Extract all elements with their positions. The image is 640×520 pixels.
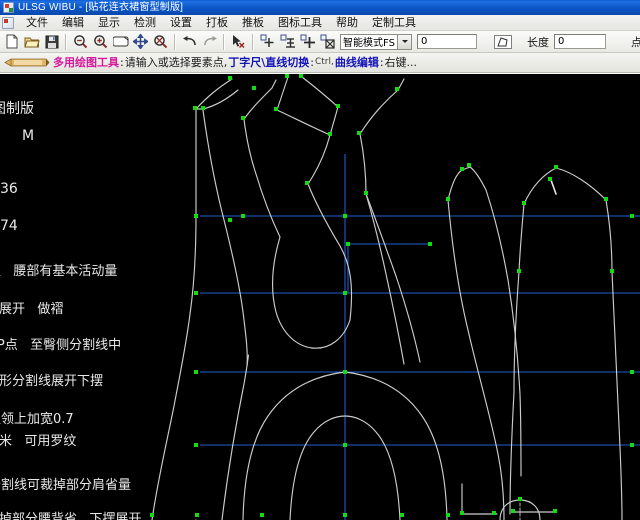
main-toolbar: 智能模式FS 0 长度 0 点数 0 xyxy=(0,31,640,53)
point-delete-icon[interactable] xyxy=(318,32,337,51)
guide-lines xyxy=(200,154,640,520)
toolbar-separator xyxy=(65,33,67,50)
pencil-icon xyxy=(4,58,50,67)
zoom-in-icon[interactable] xyxy=(91,32,110,51)
hint-shortcut-tsquare: 丁字尺\直线切换 xyxy=(228,56,310,69)
app-logo-icon xyxy=(3,2,14,13)
menu-item-help[interactable]: 帮助 xyxy=(329,15,365,30)
control-points xyxy=(150,74,634,517)
value-input[interactable]: 0 xyxy=(417,34,477,49)
pan-move-icon[interactable] xyxy=(131,32,150,51)
menu-item-file[interactable]: 文件 xyxy=(19,15,55,30)
point-plus-icon[interactable] xyxy=(298,32,317,51)
menu-item-grading[interactable]: 推板 xyxy=(235,15,271,30)
menu-item-display[interactable]: 显示 xyxy=(91,15,127,30)
new-document-icon[interactable] xyxy=(2,32,21,51)
window-title: ULSG WIBU - [贴花连衣裙窗型制版] xyxy=(18,2,184,13)
menu-item-icon-tools[interactable]: 图标工具 xyxy=(271,15,329,30)
pattern-outlines xyxy=(151,76,623,520)
toolbar-separator xyxy=(174,33,176,50)
zoom-out-icon[interactable] xyxy=(71,32,90,51)
toolbar-separator xyxy=(252,33,254,50)
mode-select[interactable]: 智能模式FS xyxy=(340,33,412,50)
menu-bar: 文件 编辑 显示 检测 设置 打板 推板 图标工具 帮助 定制工具 xyxy=(0,15,640,31)
mode-select-value: 智能模式FS xyxy=(343,38,395,49)
fit-window-icon[interactable] xyxy=(111,32,130,51)
hint-key-rightclick: 右键... xyxy=(384,56,418,69)
quad-shape-icon[interactable] xyxy=(492,32,514,51)
hint-shortcut-curve-edit: 曲线编辑 xyxy=(334,56,379,69)
hint-prompt: 请输入或选择要素点, xyxy=(124,56,228,69)
hint-tool-name: 多用绘图工具 xyxy=(53,56,119,69)
title-bar: ULSG WIBU - [贴花连衣裙窗型制版] xyxy=(0,0,640,15)
hint-sep-2: : xyxy=(310,56,314,69)
hint-key-ctrl: Ctrl, xyxy=(314,57,334,67)
length-input[interactable]: 0 xyxy=(554,34,606,49)
hint-sep-3: : xyxy=(379,56,384,69)
select-arrow-icon[interactable] xyxy=(229,32,248,51)
hint-bar: 多用绘图工具 : 请输入或选择要素点, 丁字尺\直线切换 : Ctrl, 曲线编… xyxy=(0,53,640,73)
zoom-region-icon[interactable] xyxy=(151,32,170,51)
redo-icon[interactable] xyxy=(200,32,219,51)
point-align-icon[interactable] xyxy=(278,32,297,51)
point-add-icon[interactable] xyxy=(258,32,277,51)
menu-item-pattern[interactable]: 打板 xyxy=(199,15,235,30)
menu-item-check[interactable]: 检测 xyxy=(127,15,163,30)
application-window: ULSG WIBU - [贴花连衣裙窗型制版] 文件 编辑 显示 检测 设置 打… xyxy=(0,0,640,520)
points-label: 点数 xyxy=(631,35,640,49)
length-label: 长度 xyxy=(527,35,549,49)
document-icon xyxy=(2,16,14,29)
pattern-canvas[interactable]: 制图制版 M 宽36 围74 型 腰部有基本活动量 轴展开 做褶 BP点 至臀侧… xyxy=(0,74,640,520)
hint-sep-1: : xyxy=(120,56,124,69)
toolbar-separator xyxy=(223,33,225,50)
save-disk-icon[interactable] xyxy=(42,32,61,51)
menu-item-edit[interactable]: 编辑 xyxy=(55,15,91,30)
open-folder-icon[interactable] xyxy=(22,32,41,51)
menu-item-settings[interactable]: 设置 xyxy=(163,15,199,30)
menu-item-custom-tools[interactable]: 定制工具 xyxy=(365,15,423,30)
chevron-down-icon[interactable] xyxy=(397,34,411,49)
pattern-drawing xyxy=(150,74,640,520)
undo-icon[interactable] xyxy=(180,32,199,51)
